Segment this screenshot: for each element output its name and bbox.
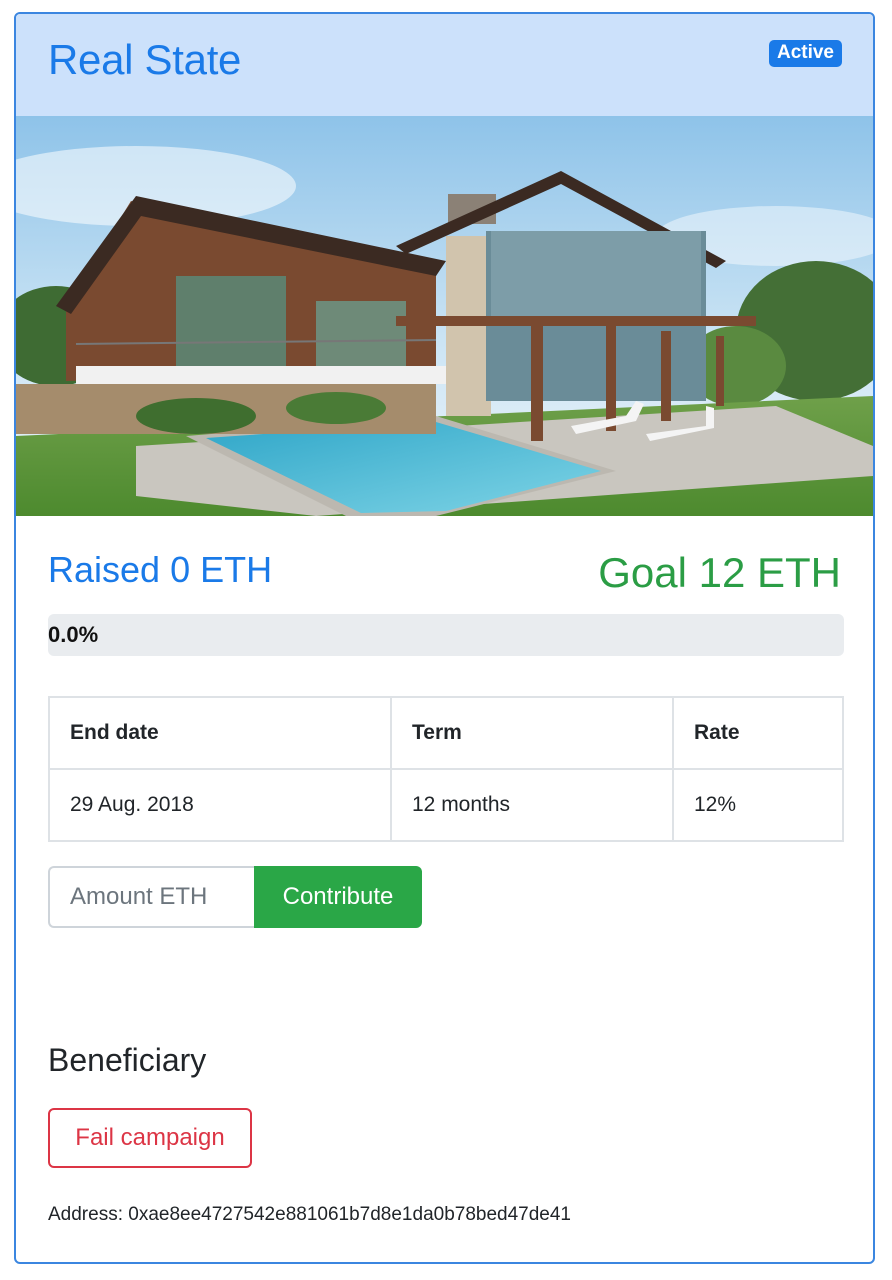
campaign-title: Real State [48, 36, 242, 83]
table-row: 29 Aug. 2018 12 months 12% [48, 768, 844, 842]
cell-rate: 12% [672, 768, 844, 842]
status-badge: Active [768, 40, 842, 67]
goal-amount: Goal 12 ETH [598, 549, 841, 596]
campaign-image [16, 116, 873, 516]
fail-campaign-button[interactable]: Fail campaign [48, 1108, 252, 1168]
funding-progress-bar: 0.0% [48, 614, 844, 656]
header-term: Term [390, 696, 674, 770]
beneficiary-address: Address: 0xae8ee4727542e881061b7d8e1da0b… [48, 1204, 572, 1225]
table-header-row: End date Term Rate [48, 696, 844, 770]
cell-term: 12 months [390, 768, 674, 842]
campaign-terms-table: End date Term Rate 29 Aug. 2018 12 month… [48, 696, 844, 842]
header-end-date: End date [48, 696, 392, 770]
amount-eth-input[interactable] [48, 866, 254, 928]
contribute-button[interactable]: Contribute [254, 866, 422, 928]
progress-label: 0.0% [48, 622, 99, 647]
beneficiary-heading: Beneficiary [48, 1042, 207, 1078]
campaign-card: Real State Active Raised 0 ETH Goal 12 E… [14, 12, 875, 1264]
raised-amount: Raised 0 ETH [48, 549, 273, 590]
funding-stats: Raised 0 ETH Goal 12 ETH [48, 549, 841, 609]
card-header: Real State Active [16, 14, 873, 117]
cell-end-date: 29 Aug. 2018 [48, 768, 392, 842]
header-rate: Rate [672, 696, 844, 770]
